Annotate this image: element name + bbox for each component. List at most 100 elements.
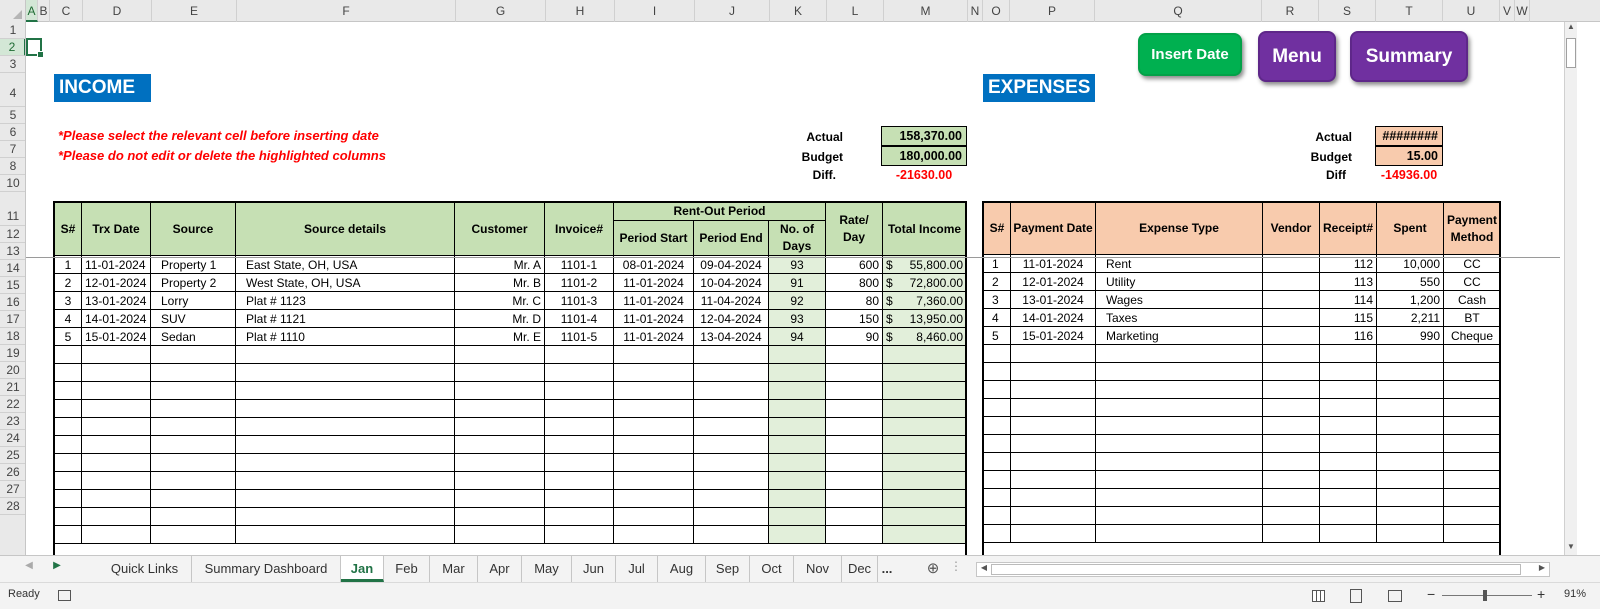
- cell-rate[interactable]: 80: [825, 291, 884, 310]
- cell-method[interactable]: [1443, 416, 1501, 435]
- column-header-l[interactable]: L: [827, 0, 884, 22]
- cell-vendor[interactable]: [1262, 452, 1320, 471]
- cell-date[interactable]: 14-01-2024: [1010, 308, 1096, 327]
- cell-end[interactable]: [693, 363, 769, 382]
- cell-spent[interactable]: 550: [1376, 272, 1444, 291]
- cell-type[interactable]: Taxes: [1095, 308, 1263, 327]
- cell-customer[interactable]: [454, 345, 545, 364]
- cell-sno[interactable]: [983, 506, 1011, 525]
- cell-details[interactable]: East State, OH, USA: [235, 255, 455, 274]
- cell-date[interactable]: [1010, 470, 1096, 489]
- cell-method[interactable]: [1443, 470, 1501, 489]
- insert-date-button[interactable]: Insert Date: [1138, 33, 1242, 76]
- normal-view-icon[interactable]: [1312, 590, 1325, 602]
- cell-end[interactable]: [693, 525, 769, 544]
- row-header-19[interactable]: 19: [0, 345, 25, 362]
- cell-source[interactable]: [150, 453, 236, 472]
- cell-sno[interactable]: [54, 417, 82, 436]
- row-header-11[interactable]: 11: [0, 192, 25, 226]
- cell-start[interactable]: 11-01-2024: [613, 291, 694, 310]
- column-header-b[interactable]: B: [38, 0, 50, 22]
- cell-vendor[interactable]: [1262, 344, 1320, 363]
- cell-total[interactable]: [882, 489, 968, 508]
- cell-date[interactable]: [81, 417, 151, 436]
- vertical-scroll-thumb[interactable]: [1566, 38, 1576, 68]
- cell-details[interactable]: [235, 489, 455, 508]
- cell-source[interactable]: [150, 417, 236, 436]
- cell-total[interactable]: [882, 507, 968, 526]
- cell-spent[interactable]: [1376, 488, 1444, 507]
- row-header-21[interactable]: 21: [0, 379, 25, 396]
- cell-receipt[interactable]: [1319, 344, 1377, 363]
- cell-sno[interactable]: [983, 416, 1011, 435]
- row-header-7[interactable]: 7: [0, 141, 25, 158]
- cell-sno[interactable]: 5: [983, 326, 1011, 345]
- cell-method[interactable]: [1443, 380, 1501, 399]
- cell-vendor[interactable]: [1262, 398, 1320, 417]
- cell-type[interactable]: [1095, 470, 1263, 489]
- column-header-d[interactable]: D: [83, 0, 152, 22]
- cell-type[interactable]: Utility: [1095, 272, 1263, 291]
- cell-source[interactable]: [150, 363, 236, 382]
- cell-end[interactable]: [693, 489, 769, 508]
- cell-start[interactable]: [613, 417, 694, 436]
- row-header-24[interactable]: 24: [0, 430, 25, 447]
- cell-spent[interactable]: [1376, 434, 1444, 453]
- cell-total[interactable]: [882, 525, 968, 544]
- worksheet[interactable]: INCOME EXPENSES *Please select the relev…: [26, 22, 1560, 555]
- cell-method[interactable]: [1443, 434, 1501, 453]
- cell-details[interactable]: [235, 399, 455, 418]
- cell-date[interactable]: 13-01-2024: [81, 291, 151, 310]
- cell-total[interactable]: $13,950.00: [882, 309, 968, 328]
- row-header-26[interactable]: 26: [0, 464, 25, 481]
- cell-date[interactable]: [1010, 488, 1096, 507]
- cell-customer[interactable]: Mr. A: [454, 255, 545, 274]
- expense-actual-value[interactable]: ########: [1375, 126, 1443, 146]
- cell-date[interactable]: [81, 525, 151, 544]
- cell-date[interactable]: 11-01-2024: [81, 255, 151, 274]
- cell-start[interactable]: [613, 381, 694, 400]
- cell-spent[interactable]: [1376, 344, 1444, 363]
- sheet-tab-sep[interactable]: Sep: [706, 556, 750, 582]
- row-header-14[interactable]: 14: [0, 260, 25, 277]
- cell-spent[interactable]: [1376, 470, 1444, 489]
- sheet-tab-oct[interactable]: Oct: [750, 556, 794, 582]
- column-header-i[interactable]: I: [615, 0, 695, 22]
- cell-invoice[interactable]: 1101-2: [544, 273, 614, 292]
- cell-details[interactable]: [235, 453, 455, 472]
- cell-sno[interactable]: [983, 434, 1011, 453]
- cell-start[interactable]: [613, 435, 694, 454]
- cell-days[interactable]: 93: [767, 309, 827, 328]
- cell-invoice[interactable]: 1101-1: [544, 255, 614, 274]
- cell-start[interactable]: [613, 399, 694, 418]
- cell-date[interactable]: 12-01-2024: [1010, 272, 1096, 291]
- cell-invoice[interactable]: [544, 507, 614, 526]
- cell-total[interactable]: [882, 417, 968, 436]
- column-header-q[interactable]: Q: [1095, 0, 1262, 22]
- cell-sno[interactable]: 5: [54, 327, 82, 346]
- cell-start[interactable]: 08-01-2024: [613, 255, 694, 274]
- cell-receipt[interactable]: 113: [1319, 272, 1377, 291]
- cell-invoice[interactable]: [544, 489, 614, 508]
- column-header-c[interactable]: C: [50, 0, 83, 22]
- row-header-22[interactable]: 22: [0, 396, 25, 413]
- cell-total[interactable]: [882, 471, 968, 490]
- row-header-17[interactable]: 17: [0, 311, 25, 328]
- cell-receipt[interactable]: 114: [1319, 290, 1377, 309]
- cell-type[interactable]: [1095, 452, 1263, 471]
- hscroll-left-icon[interactable]: ◀: [979, 563, 989, 572]
- cell-method[interactable]: Cash: [1443, 290, 1501, 309]
- cell-type[interactable]: [1095, 506, 1263, 525]
- row-header-2[interactable]: 2: [0, 39, 25, 56]
- cell-source[interactable]: [150, 489, 236, 508]
- cell-vendor[interactable]: [1262, 416, 1320, 435]
- column-header-f[interactable]: F: [237, 0, 456, 22]
- cell-customer[interactable]: [454, 471, 545, 490]
- cell-days[interactable]: [767, 471, 827, 490]
- cell-date[interactable]: [1010, 362, 1096, 381]
- cell-sno[interactable]: 1: [54, 255, 82, 274]
- zoom-slider[interactable]: [1442, 590, 1532, 601]
- row-header-23[interactable]: 23: [0, 413, 25, 430]
- cell-date[interactable]: [81, 489, 151, 508]
- cell-days[interactable]: [767, 435, 827, 454]
